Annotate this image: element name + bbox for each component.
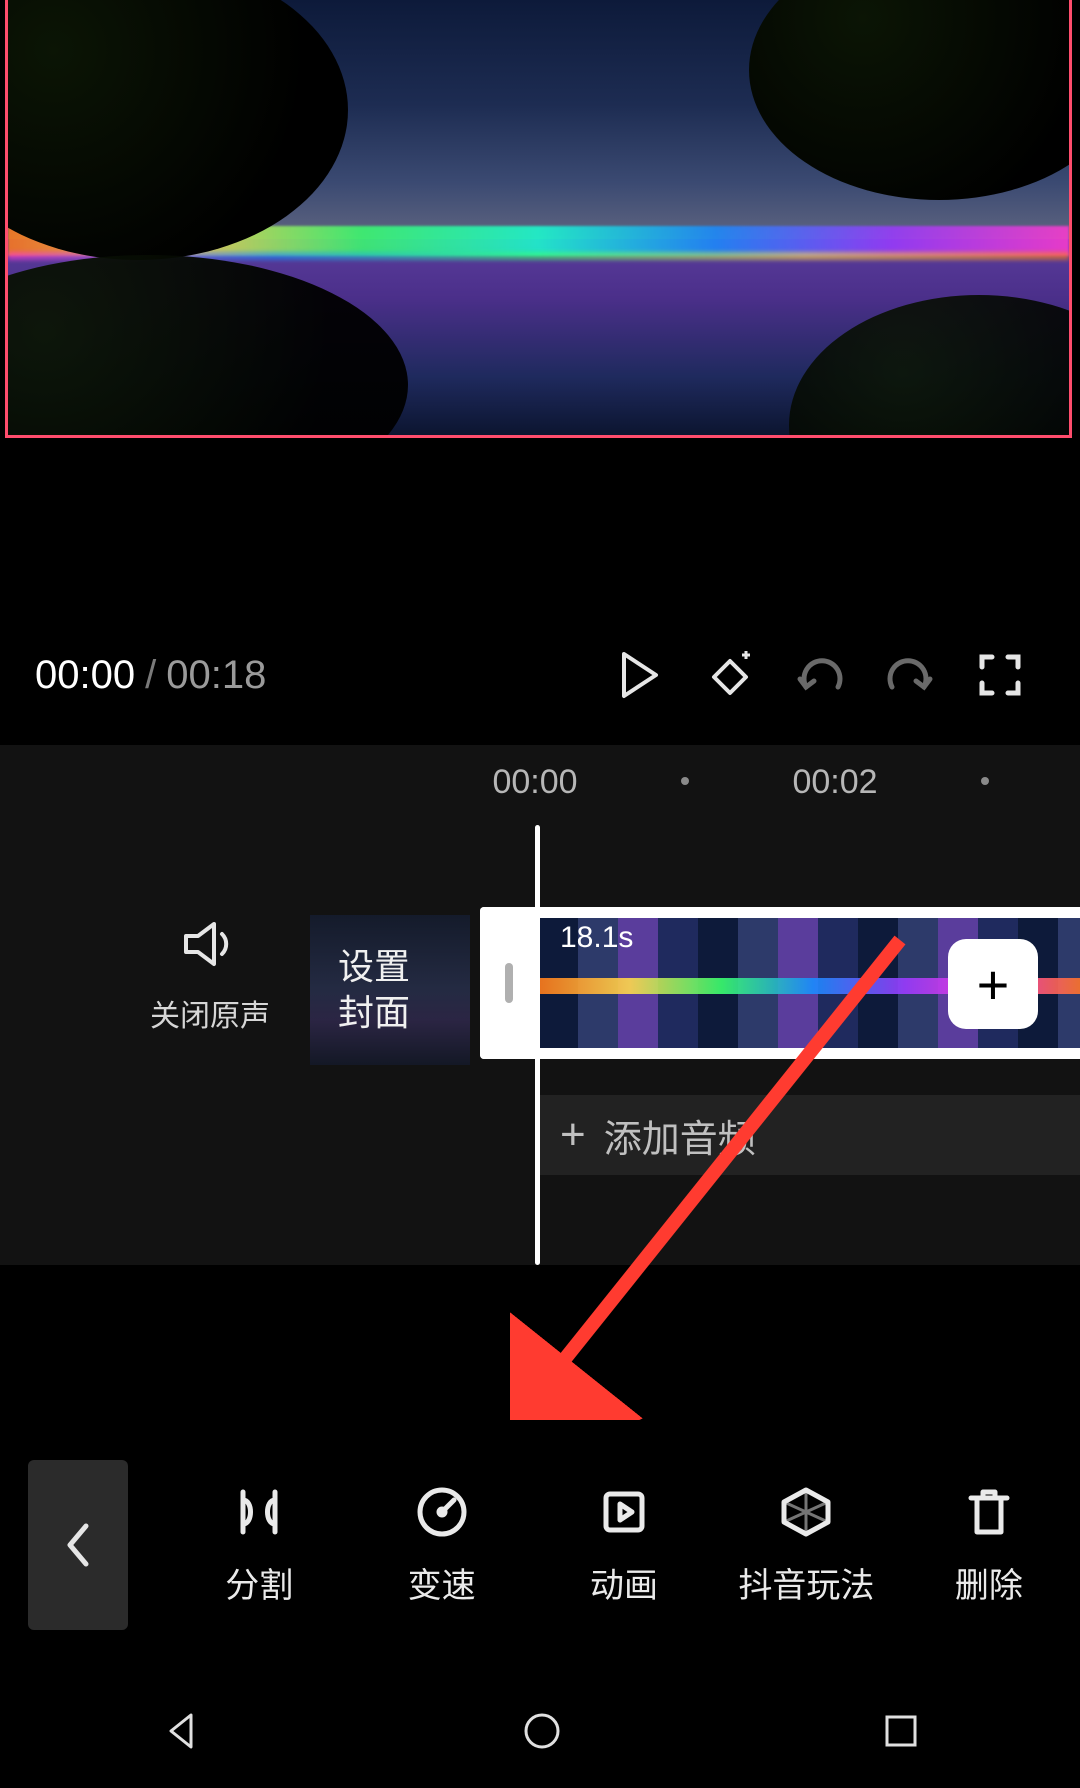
tool-label: 动画 — [590, 1558, 658, 1607]
play-button[interactable] — [595, 640, 685, 710]
edit-toolbar: 分割 变速 动画 抖音玩法 删除 — [0, 1450, 1080, 1640]
timeline[interactable]: 00:00 00:02 关闭原声 设置 封面 18.1s + + 添加音频 — [0, 745, 1080, 1265]
keyframe-button[interactable] — [685, 640, 775, 710]
clip-trim-handle-left[interactable] — [480, 907, 538, 1059]
add-audio-button[interactable]: + 添加音频 — [540, 1095, 1080, 1175]
tool-speed[interactable]: 变速 — [350, 1484, 532, 1607]
time-ruler[interactable]: 00:00 00:02 — [0, 745, 1080, 815]
tool-split[interactable]: 分割 — [168, 1484, 350, 1607]
ruler-tick: 00:00 — [492, 763, 577, 802]
nav-home-icon[interactable] — [520, 1709, 564, 1758]
ruler-dot — [681, 777, 689, 785]
tool-douyin-effects[interactable]: 抖音玩法 — [715, 1484, 897, 1607]
mute-original-audio[interactable]: 关闭原声 — [130, 920, 290, 1035]
ruler-dot — [981, 777, 989, 785]
speaker-icon — [130, 920, 290, 973]
tool-animation[interactable]: 动画 — [533, 1484, 715, 1607]
fullscreen-button[interactable] — [955, 640, 1045, 710]
time-total: 00:18 — [166, 653, 266, 698]
set-cover-button[interactable]: 设置 封面 — [310, 915, 470, 1065]
tool-delete[interactable]: 删除 — [898, 1484, 1080, 1607]
mute-original-label: 关闭原声 — [130, 991, 290, 1035]
time-current: 00:00 — [35, 653, 135, 698]
tool-label: 抖音玩法 — [738, 1558, 874, 1607]
tool-label: 变速 — [408, 1558, 476, 1607]
playhead[interactable] — [535, 825, 540, 1265]
undo-button[interactable] — [775, 640, 865, 710]
android-nav-bar — [0, 1678, 1080, 1788]
back-button[interactable] — [28, 1460, 128, 1630]
nav-recents-icon[interactable] — [881, 1711, 921, 1756]
tool-label: 删除 — [955, 1558, 1023, 1607]
playback-controls: 00:00 / 00:18 — [0, 635, 1080, 715]
nav-back-icon[interactable] — [159, 1709, 203, 1758]
time-separator: / — [145, 653, 156, 698]
plus-icon: + — [977, 952, 1010, 1017]
clip-duration-label: 18.1s — [560, 921, 633, 955]
add-clip-button[interactable]: + — [948, 939, 1038, 1029]
video-preview[interactable] — [5, 0, 1072, 438]
plus-icon: + — [560, 1110, 586, 1160]
ruler-tick: 00:02 — [792, 763, 877, 802]
add-audio-label: 添加音频 — [604, 1108, 756, 1163]
redo-button[interactable] — [865, 640, 955, 710]
tool-label: 分割 — [225, 1558, 293, 1607]
set-cover-label: 设置 封面 — [338, 944, 410, 1036]
